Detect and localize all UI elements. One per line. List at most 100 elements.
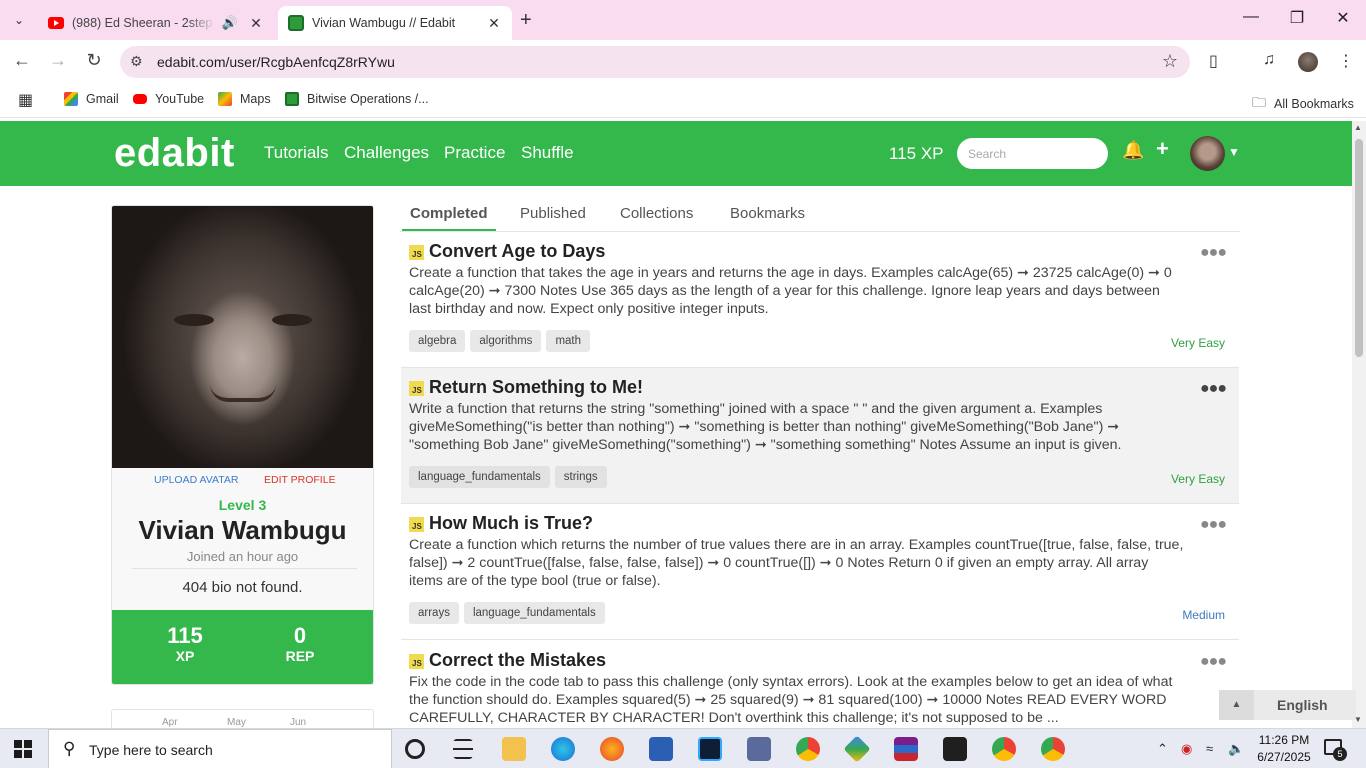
wifi-icon[interactable]: ≈: [1206, 741, 1213, 756]
browser-tab-edabit[interactable]: Vivian Wambugu // Edabit ✕: [278, 6, 512, 40]
divider: [132, 568, 357, 569]
more-options-icon[interactable]: ●●●: [1200, 516, 1227, 534]
reload-icon[interactable]: ↻: [82, 50, 106, 71]
url-text[interactable]: edabit.com/user/RcgbAenfcqZ8rRYwu: [157, 54, 395, 70]
media-control-icon[interactable]: ♫: [1263, 51, 1275, 69]
edge-icon[interactable]: [551, 737, 575, 761]
volume-icon[interactable]: 🔈: [1228, 741, 1244, 757]
address-bar[interactable]: ⚙ edabit.com/user/RcgbAenfcqZ8rRYwu ☆: [120, 46, 1190, 78]
window-close-icon[interactable]: ✕: [1320, 8, 1366, 28]
firefox-icon[interactable]: [600, 737, 624, 761]
language-selector[interactable]: ▲ English: [1219, 690, 1356, 720]
close-tab-icon[interactable]: ✕: [486, 15, 502, 32]
windows-start-icon[interactable]: [14, 740, 32, 758]
photoshop-icon[interactable]: [698, 737, 722, 761]
caret-up-icon[interactable]: ▲: [1219, 690, 1254, 720]
bookmark-star-icon[interactable]: ☆: [1162, 51, 1178, 72]
edabit-logo[interactable]: edabit: [114, 131, 235, 176]
forward-arrow-icon[interactable]: →: [46, 50, 70, 71]
scroll-up-icon[interactable]: ▲: [1354, 123, 1362, 132]
tag[interactable]: arrays: [409, 602, 459, 624]
upload-avatar-link[interactable]: UPLOAD AVATAR: [154, 474, 238, 486]
nav-challenges[interactable]: Challenges: [344, 143, 429, 163]
all-bookmarks[interactable]: 🗀 All Bookmarks: [1252, 92, 1354, 116]
nav-tutorials[interactable]: Tutorials: [264, 143, 329, 163]
browser-profile-avatar[interactable]: [1298, 52, 1318, 72]
profile-photo: [112, 206, 373, 468]
bookmark-gmail[interactable]: Gmail: [64, 92, 119, 106]
tag[interactable]: language_fundamentals: [409, 466, 550, 488]
challenge-title[interactable]: Return Something to Me!: [429, 377, 643, 398]
nav-practice[interactable]: Practice: [444, 143, 505, 163]
profile-level: Level 3: [218, 497, 267, 513]
tag[interactable]: strings: [554, 466, 607, 488]
cortana-icon[interactable]: [405, 739, 425, 759]
tab-collections[interactable]: Collections: [620, 205, 693, 222]
challenge-title[interactable]: Correct the Mistakes: [429, 650, 606, 671]
restore-icon[interactable]: ❐: [1274, 8, 1320, 28]
plus-icon[interactable]: +: [1156, 136, 1169, 162]
language-label[interactable]: English: [1277, 697, 1328, 713]
app-icon[interactable]: [843, 735, 871, 763]
bell-icon[interactable]: 🔔: [1122, 140, 1144, 161]
minimize-icon[interactable]: —: [1228, 8, 1274, 26]
xp-stat: 115 XP: [135, 624, 235, 665]
show-hidden-icons-icon[interactable]: ⌃: [1157, 741, 1168, 757]
rep-stat: 0 REP: [250, 624, 350, 665]
close-tab-icon[interactable]: ✕: [248, 15, 264, 32]
winrar-icon[interactable]: [894, 737, 918, 761]
tab-completed[interactable]: Completed: [410, 205, 488, 222]
app-icon[interactable]: [747, 737, 771, 761]
bookmark-youtube[interactable]: YouTube: [133, 92, 204, 106]
task-view-icon[interactable]: [453, 739, 473, 759]
challenge-title[interactable]: How Much is True?: [429, 513, 593, 534]
caret-down-icon[interactable]: ▼: [1228, 145, 1240, 159]
challenge-card[interactable]: JS Correct the Mistakes Fix the code in …: [401, 641, 1239, 728]
javascript-icon: JS: [409, 245, 424, 260]
more-options-icon[interactable]: ●●●: [1200, 380, 1227, 398]
page-scrollbar[interactable]: ▲ ▼: [1352, 121, 1366, 728]
site-header: edabit Tutorials Challenges Practice Shu…: [0, 121, 1352, 186]
scrollbar-thumb[interactable]: [1355, 139, 1363, 357]
bookmark-maps[interactable]: Maps: [218, 92, 271, 106]
terminal-icon[interactable]: [943, 737, 967, 761]
taskbar-search[interactable]: ⚲ Type here to search: [48, 729, 392, 768]
challenge-card[interactable]: JS How Much is True? Create a function w…: [401, 504, 1239, 640]
site-info-icon[interactable]: ⚙: [130, 53, 143, 70]
speaker-icon[interactable]: 🔊: [222, 15, 238, 31]
difficulty-label: Very Easy: [1170, 336, 1225, 350]
system-clock[interactable]: 11:26 PM 6/27/2025: [1252, 732, 1316, 766]
bookmark-bitwise[interactable]: Bitwise Operations /...: [285, 92, 429, 106]
tab-search-chevron-icon[interactable]: ⌄: [6, 7, 32, 33]
more-options-icon[interactable]: ●●●: [1200, 244, 1227, 262]
word-icon[interactable]: [649, 737, 673, 761]
browser-tab-youtube[interactable]: (988) Ed Sheeran - 2step (fe 🔊 ✕: [38, 6, 274, 40]
tag[interactable]: algebra: [409, 330, 466, 352]
site-search-input[interactable]: [957, 138, 1108, 169]
user-avatar[interactable]: [1190, 136, 1225, 171]
chrome-icon[interactable]: [796, 737, 820, 761]
new-tab-plus-icon[interactable]: +: [520, 9, 532, 32]
nav-shuffle[interactable]: Shuffle: [521, 143, 574, 163]
challenge-card[interactable]: JS Convert Age to Days Create a function…: [401, 232, 1239, 368]
menu-kebab-icon[interactable]: ⋮: [1338, 51, 1354, 71]
gmail-icon: [64, 92, 78, 106]
back-arrow-icon[interactable]: ←: [10, 50, 34, 71]
chrome-profile-icon[interactable]: [992, 737, 1016, 761]
tab-published[interactable]: Published: [520, 205, 586, 222]
tag[interactable]: math: [546, 330, 591, 352]
edit-profile-link[interactable]: EDIT PROFILE: [264, 474, 336, 486]
challenge-card[interactable]: JS Return Something to Me! Write a funct…: [401, 368, 1239, 504]
notification-count: 5: [1333, 747, 1347, 761]
challenge-description: Write a function that returns the string…: [409, 401, 1122, 453]
tag[interactable]: algorithms: [470, 330, 542, 352]
tag[interactable]: language_fundamentals: [463, 602, 605, 624]
extensions-icon[interactable]: ▯: [1209, 51, 1218, 71]
chrome-icon[interactable]: [1041, 737, 1065, 761]
tab-bookmarks[interactable]: Bookmarks: [730, 205, 805, 222]
more-options-icon[interactable]: ●●●: [1200, 653, 1227, 671]
network-status-icon[interactable]: ◉: [1181, 741, 1192, 757]
file-explorer-icon[interactable]: [502, 737, 526, 761]
challenge-title[interactable]: Convert Age to Days: [429, 241, 605, 262]
apps-grid-icon[interactable]: ▦: [18, 90, 33, 110]
